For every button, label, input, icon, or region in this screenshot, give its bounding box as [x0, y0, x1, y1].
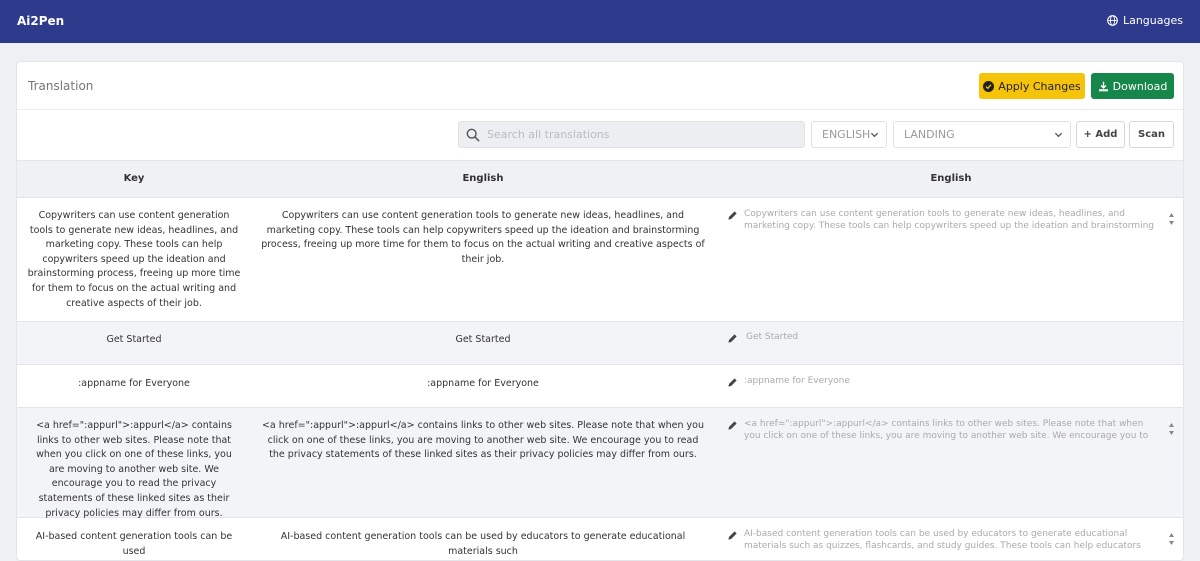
pencil-icon[interactable]	[727, 420, 738, 431]
download-label: Download	[1112, 79, 1168, 93]
scan-button[interactable]: Scan	[1129, 121, 1174, 148]
apply-changes-label: Apply Changes	[998, 79, 1081, 93]
card-header: Translation Apply Changes Download	[17, 62, 1183, 110]
row-key: Get Started	[106, 334, 162, 345]
add-button[interactable]: + Add	[1076, 121, 1125, 148]
translation-editor[interactable]: AI-based content generation tools can be…	[727, 529, 1175, 553]
language-select[interactable]: ENGLISH	[811, 121, 887, 148]
pencil-icon[interactable]	[727, 377, 738, 388]
languages-label: Languages	[1122, 14, 1183, 27]
column-header-english: English	[462, 173, 504, 184]
table-header: Key English English	[17, 160, 1183, 198]
search-input[interactable]	[487, 122, 797, 147]
translation-input[interactable]: AI-based content generation tools can be…	[744, 529, 1162, 552]
translation-input[interactable]: Get Started	[746, 332, 1164, 344]
filter-toolbar: ENGLISH LANDING + Add Scan	[17, 110, 1183, 160]
translation-editor[interactable]: :appname for Everyone	[727, 376, 1175, 390]
download-button[interactable]: Download	[1091, 73, 1174, 99]
row-english: Get Started	[455, 334, 511, 345]
translation-card: Translation Apply Changes Download EN	[16, 61, 1184, 561]
translation-editor[interactable]: Get Started	[727, 332, 1175, 346]
apply-changes-button[interactable]: Apply Changes	[979, 73, 1085, 99]
globe-icon	[1107, 15, 1118, 26]
chevron-down-icon	[1054, 132, 1063, 138]
row-key: Copywriters can use content generation t…	[27, 210, 241, 309]
group-select[interactable]: LANDING	[893, 121, 1071, 148]
column-header-english-translation: English	[930, 173, 972, 184]
translation-input[interactable]: <a href=":appurl">:appurl</a> contains l…	[744, 419, 1162, 442]
resize-handle-icon[interactable]	[1168, 421, 1175, 437]
translation-input[interactable]: Copywriters can use content generation t…	[744, 209, 1162, 232]
pencil-icon[interactable]	[727, 530, 738, 541]
row-english: <a href=":appurl">:appurl</a> contains l…	[261, 420, 705, 461]
chevron-down-icon	[870, 132, 879, 138]
table-row: Copywriters can use content generation t…	[17, 198, 1183, 322]
row-key: :appname for Everyone	[78, 378, 190, 389]
pencil-icon[interactable]	[727, 333, 738, 344]
language-select-value: ENGLISH	[822, 128, 871, 141]
download-icon	[1098, 81, 1108, 91]
table-row: AI-based content generation tools can be…	[17, 518, 1183, 560]
translation-editor[interactable]: Copywriters can use content generation t…	[727, 209, 1175, 233]
resize-handle-icon[interactable]	[1168, 211, 1175, 227]
row-english: Copywriters can use content generation t…	[261, 210, 705, 265]
row-key: <a href=":appurl">:appurl</a> contains l…	[36, 420, 232, 519]
languages-menu[interactable]: Languages	[1107, 14, 1183, 27]
brand-logo-text[interactable]: Ai2Pen	[17, 14, 64, 28]
row-english: :appname for Everyone	[427, 378, 539, 389]
top-navbar: Ai2Pen Languages	[0, 0, 1200, 43]
page-title: Translation	[28, 79, 94, 93]
check-circle-icon	[983, 80, 995, 92]
translation-input[interactable]: :appname for Everyone	[744, 376, 1162, 388]
table-row: <a href=":appurl">:appurl</a> contains l…	[17, 408, 1183, 519]
search-box	[458, 121, 805, 148]
search-icon	[466, 128, 480, 142]
table-row: Get Started Get Started Get Started	[17, 322, 1183, 365]
table-row: :appname for Everyone :appname for Every…	[17, 365, 1183, 408]
pencil-icon[interactable]	[727, 210, 738, 221]
translation-editor[interactable]: <a href=":appurl">:appurl</a> contains l…	[727, 419, 1175, 443]
group-select-value: LANDING	[904, 128, 955, 141]
column-header-key: Key	[123, 173, 145, 184]
